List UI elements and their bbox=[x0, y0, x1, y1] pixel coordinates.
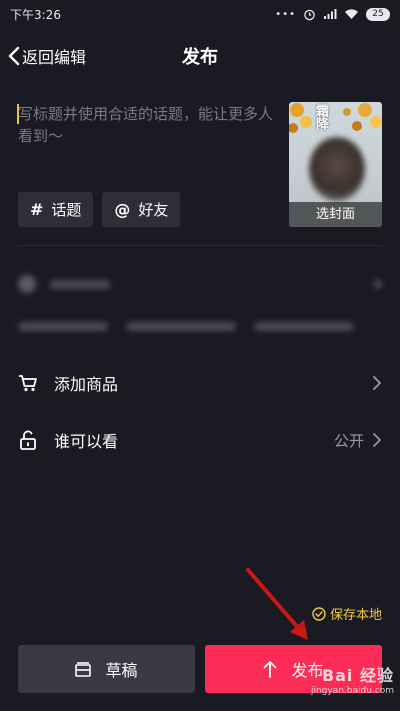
autumn-leaves-decoration bbox=[289, 103, 382, 133]
draft-box-icon bbox=[75, 661, 92, 677]
checked-circle-icon bbox=[312, 606, 326, 621]
back-button[interactable]: 返回编辑 bbox=[8, 44, 86, 68]
notification-dots-icon: ••• bbox=[275, 8, 296, 20]
mention-friend-label: 好友 bbox=[138, 201, 169, 219]
publish-button[interactable]: 发布 bbox=[205, 645, 382, 693]
status-time: 下午3:26 bbox=[10, 7, 61, 22]
hashtag-button[interactable]: # 话题 bbox=[18, 192, 94, 227]
visibility-value: 公开 bbox=[333, 431, 364, 450]
wifi-icon bbox=[345, 9, 358, 19]
draft-button-label: 草稿 bbox=[105, 661, 138, 680]
chevron-right-icon bbox=[373, 433, 381, 447]
blurred-location-row bbox=[18, 275, 382, 293]
hashtag-label: 话题 bbox=[51, 201, 82, 219]
cover-label: 选封面 bbox=[289, 202, 382, 227]
chip-group: # 话题 @ 好友 bbox=[18, 192, 181, 227]
cover-photo-subject bbox=[309, 137, 365, 201]
add-product-row[interactable]: 添加商品 bbox=[0, 358, 400, 408]
chevron-left-icon bbox=[8, 46, 20, 66]
annotation-arrow-icon bbox=[246, 568, 308, 640]
blurred-text bbox=[374, 279, 382, 289]
hashtag-icon: # bbox=[30, 200, 44, 219]
chevron-right-icon bbox=[373, 376, 381, 390]
cover-overlay-text: 霜降 bbox=[313, 104, 328, 130]
visibility-row[interactable]: 谁可以看 公开 bbox=[0, 415, 400, 465]
shopping-cart-icon bbox=[18, 373, 38, 393]
at-sign-icon: @ bbox=[114, 200, 131, 219]
status-icons: ••• 25 bbox=[275, 7, 390, 21]
blurred-text bbox=[50, 279, 110, 289]
alarm-icon bbox=[304, 9, 315, 20]
publish-button-label: 发布 bbox=[291, 661, 324, 680]
status-bar: 下午3:26 ••• 25 bbox=[0, 0, 400, 28]
save-local-toggle[interactable]: 保存本地 bbox=[312, 604, 382, 623]
blurred-suggestions-row bbox=[18, 322, 382, 331]
blurred-text bbox=[18, 322, 108, 331]
blurred-text bbox=[126, 322, 236, 331]
caption-input[interactable]: 写标题并使用合适的话题，能让更多人看到～ bbox=[18, 103, 280, 147]
cover-selector[interactable]: 霜降 选封面 bbox=[289, 102, 382, 227]
blurred-icon bbox=[18, 275, 36, 293]
blurred-text bbox=[254, 322, 354, 331]
signal-icon bbox=[324, 9, 337, 19]
back-button-label: 返回编辑 bbox=[22, 48, 87, 67]
save-local-label: 保存本地 bbox=[329, 608, 382, 623]
unlock-icon bbox=[18, 430, 38, 450]
upload-arrow-icon bbox=[264, 661, 277, 678]
mention-friend-button[interactable]: @ 好友 bbox=[102, 192, 181, 227]
divider bbox=[18, 245, 382, 246]
draft-button[interactable]: 草稿 bbox=[18, 645, 195, 693]
page-title: 发布 bbox=[182, 47, 218, 68]
battery-icon: 25 bbox=[366, 7, 390, 21]
visibility-label: 谁可以看 bbox=[54, 432, 119, 451]
add-product-label: 添加商品 bbox=[54, 375, 119, 394]
header: 返回编辑 发布 bbox=[0, 36, 400, 76]
